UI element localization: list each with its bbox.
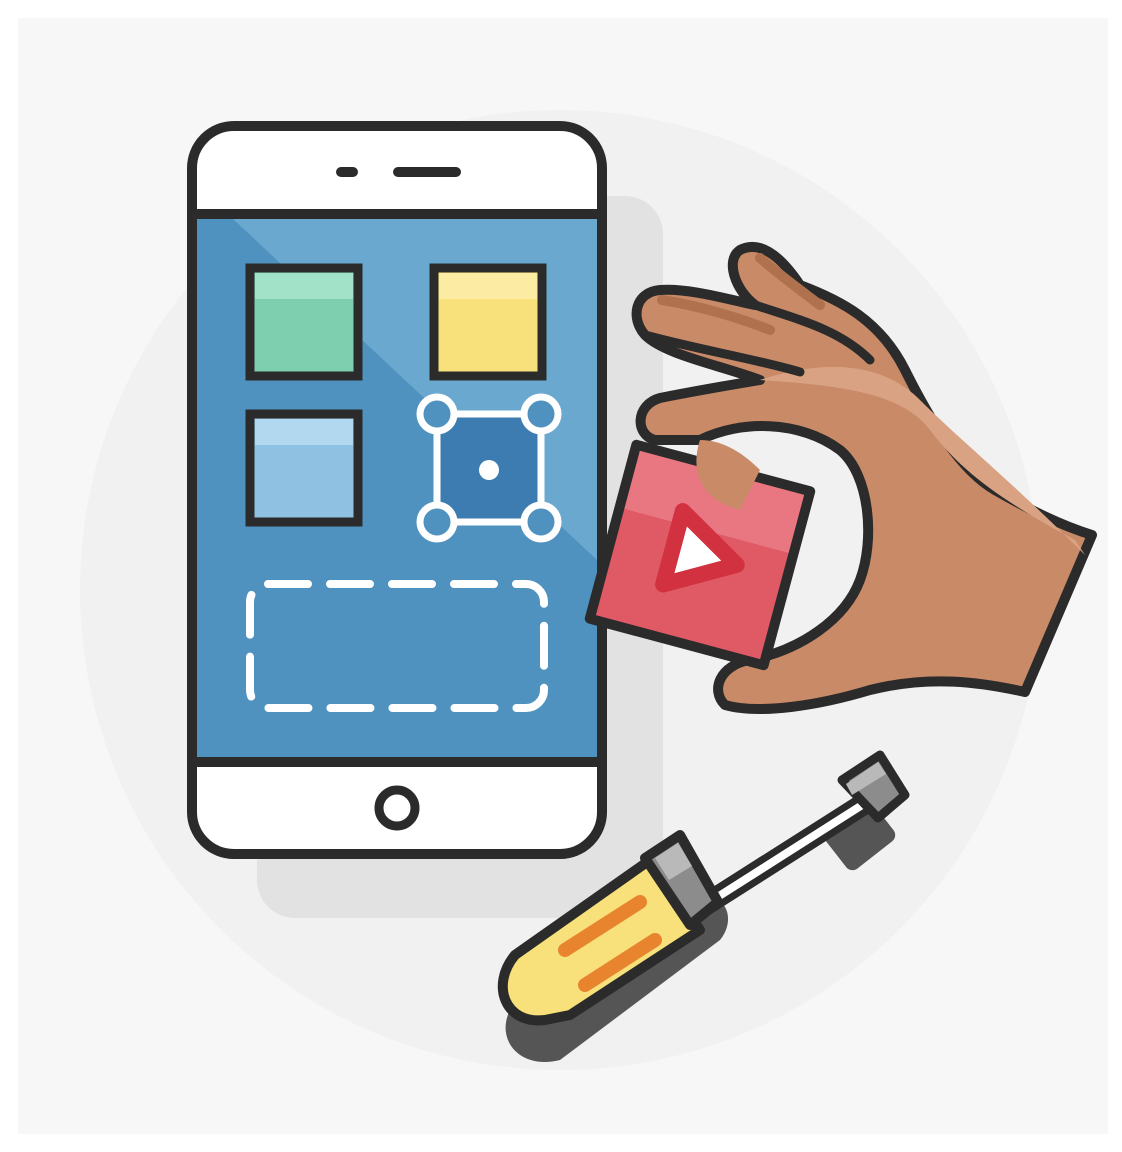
phone-home-button: [374, 785, 420, 831]
app-builder-illustration: [18, 18, 1108, 1134]
app-tile-icon: [429, 263, 547, 381]
app-tile-icon: [245, 263, 363, 381]
selection-handles-icon: [416, 393, 562, 543]
illustration-canvas: [0, 0, 1122, 1152]
app-tile-icon: [245, 409, 363, 527]
